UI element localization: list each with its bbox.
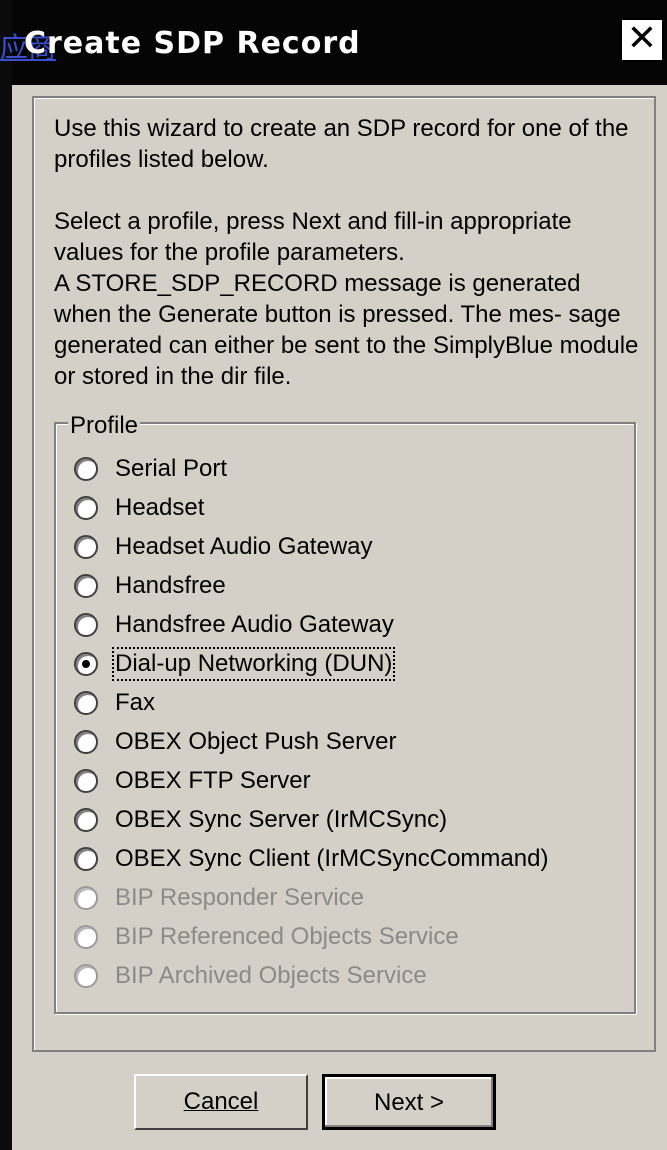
radio-button[interactable]	[74, 613, 98, 637]
profile-option[interactable]: Handsfree Audio Gateway	[74, 608, 394, 642]
radio-button	[74, 925, 98, 949]
window-left-frame	[0, 0, 12, 1150]
profile-option: BIP Archived Objects Service	[74, 959, 427, 993]
profile-option[interactable]: OBEX FTP Server	[74, 764, 311, 798]
radio-button[interactable]	[74, 496, 98, 520]
profile-option[interactable]: Serial Port	[74, 452, 227, 486]
radio-button[interactable]	[74, 730, 98, 754]
profile-option-label: Serial Port	[115, 455, 228, 482]
profile-option-label: OBEX Sync Server (IrMCSync)	[115, 806, 448, 833]
profile-option[interactable]: Dial-up Networking (DUN)	[74, 647, 396, 681]
window-title: Create SDP Record	[24, 26, 361, 61]
profile-option-label: BIP Responder Service	[115, 884, 365, 911]
profile-option[interactable]: OBEX Object Push Server	[74, 725, 396, 759]
profile-option[interactable]: OBEX Sync Client (IrMCSyncCommand)	[74, 842, 548, 876]
profile-option: BIP Responder Service	[74, 881, 364, 915]
radio-button[interactable]	[74, 457, 98, 481]
cancel-button[interactable]: Cancel	[134, 1074, 308, 1130]
radio-button[interactable]	[74, 574, 98, 598]
radio-selected-dot	[82, 660, 90, 668]
radio-button[interactable]	[74, 691, 98, 715]
radio-button[interactable]	[74, 769, 98, 793]
close-button[interactable]: ✕	[620, 18, 664, 62]
profile-option: BIP Referenced Objects Service	[74, 920, 459, 954]
instructions-line: A STORE_SDP_RECORD message is generated …	[54, 270, 639, 390]
profile-option-label: Handsfree Audio Gateway	[115, 611, 394, 638]
next-button[interactable]: Next >	[322, 1074, 496, 1130]
profile-option-label: Headset	[115, 494, 205, 521]
profile-option[interactable]: Handsfree	[74, 569, 226, 603]
radio-button	[74, 964, 98, 988]
profile-option-label: OBEX Sync Client (IrMCSyncCommand)	[115, 845, 549, 872]
profile-option[interactable]: Fax	[74, 686, 155, 720]
profile-option-label: Dial-up Networking (DUN)	[111, 647, 396, 681]
wizard-instructions: Use this wizard to create an SDP record …	[54, 113, 644, 392]
radio-button[interactable]	[74, 535, 98, 559]
profile-option-label: Fax	[115, 689, 156, 716]
profile-option[interactable]: Headset	[74, 491, 204, 525]
radio-button[interactable]	[74, 808, 98, 832]
profile-option-label: OBEX FTP Server	[115, 767, 311, 794]
profile-group-label: Profile	[68, 412, 141, 440]
profile-option-label: Handsfree	[115, 572, 226, 599]
radio-button[interactable]	[74, 652, 98, 676]
cancel-button-label: Cancel	[183, 1088, 259, 1115]
profile-option-label: BIP Referenced Objects Service	[115, 923, 459, 950]
profile-option[interactable]: Headset Audio Gateway	[74, 530, 373, 564]
profile-option-label: BIP Archived Objects Service	[115, 962, 427, 989]
radio-button[interactable]	[74, 847, 98, 871]
profile-option-label: OBEX Object Push Server	[115, 728, 397, 755]
intro-paragraph: Use this wizard to create an SDP record …	[54, 115, 629, 173]
profile-option[interactable]: OBEX Sync Server (IrMCSync)	[74, 803, 447, 837]
radio-button	[74, 886, 98, 910]
next-button-label: Next >	[373, 1089, 445, 1116]
instructions-line: Select a profile, press Next and fill-in…	[54, 208, 572, 266]
create-sdp-record-dialog: 应商 Create SDP Record ✕ Use this wizard t…	[0, 0, 667, 1150]
profile-option-label: Headset Audio Gateway	[115, 533, 373, 560]
